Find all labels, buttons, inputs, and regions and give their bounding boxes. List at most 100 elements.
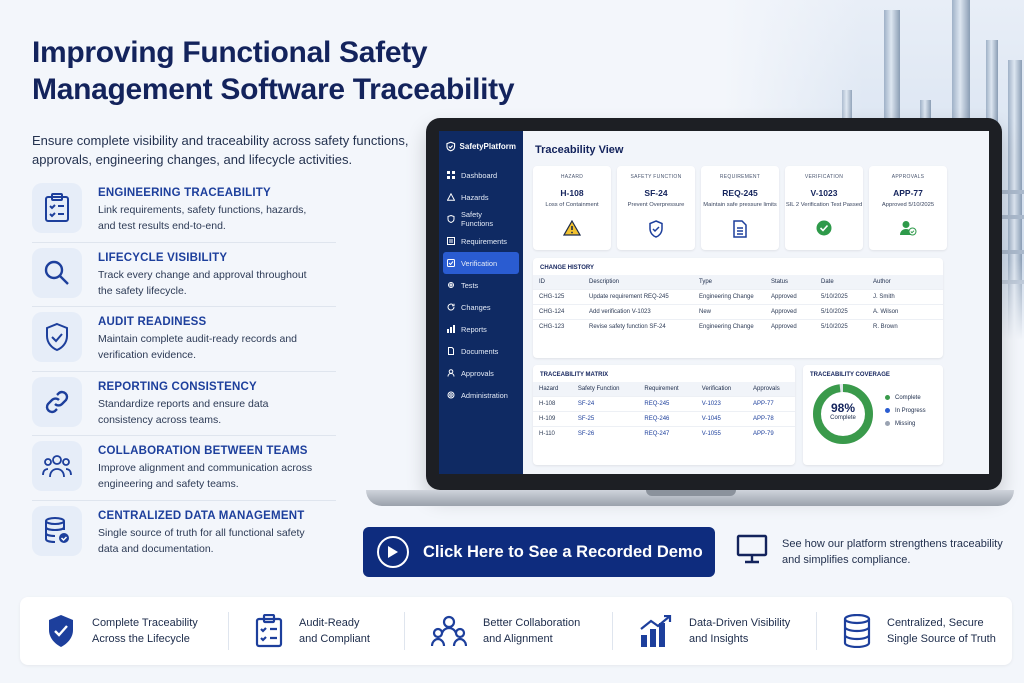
card-requirement[interactable]: REQUIREMENT REQ-245 Maintain safe pressu… xyxy=(701,166,779,250)
feature-item: LIFECYCLE VISIBILITY Track every change a… xyxy=(32,243,336,307)
table-row[interactable]: CHG-124 Add verification V-1023 New Approve… xyxy=(533,304,943,320)
document-icon xyxy=(448,347,454,355)
nav-dashboard[interactable]: Dashboard xyxy=(439,164,523,186)
feature-desc: Track every change and approval througho… xyxy=(98,268,307,297)
table-cell: Approved xyxy=(765,319,815,334)
nav-label: Safety Functions xyxy=(461,210,494,228)
demo-note: See how our platform strengthens traceab… xyxy=(736,534,1012,568)
feature-desc: Single source of truth for all functiona… xyxy=(98,526,305,555)
column-header: ID xyxy=(533,275,583,290)
benefit-line: Across the Lifecycle xyxy=(92,633,190,645)
card-verification[interactable]: VERIFICATION V-1023 SIL 2 Verification T… xyxy=(785,166,863,250)
table-link[interactable]: REQ-246 xyxy=(638,411,696,427)
table-link[interactable]: SF-24 xyxy=(571,396,639,412)
settings-icon xyxy=(447,391,455,399)
benefit-line: and Insights xyxy=(689,633,749,645)
card-id: SF-24 xyxy=(644,188,668,198)
nav-safety-functions[interactable]: Safety Functions xyxy=(439,208,523,230)
benefit-line: and Compliant xyxy=(299,633,370,645)
table-link[interactable]: V-1055 xyxy=(695,426,748,441)
recorded-demo-button[interactable]: Click Here to See a Recorded Demo xyxy=(363,527,715,577)
table-link[interactable]: APP-78 xyxy=(747,411,795,427)
database-check-icon xyxy=(32,505,82,556)
column-header: Approvals xyxy=(747,382,795,397)
shield-check-icon xyxy=(32,312,82,362)
table-link[interactable]: REQ-245 xyxy=(638,396,696,412)
nav-reports[interactable]: Reports xyxy=(439,318,523,340)
feature-title: REPORTING CONSISTENCY xyxy=(98,380,257,393)
card-sub: Loss of Containment xyxy=(545,202,599,208)
card-approvals[interactable]: APPROVALS APP-77 Approved 5/10/2025 xyxy=(869,166,947,250)
table-row[interactable]: CHG-123 Revise safety function SF-24 Engin… xyxy=(533,319,943,334)
nav-verification[interactable]: Verification xyxy=(443,252,519,274)
table-cell: Approved xyxy=(765,289,815,305)
view-title: Traceability View xyxy=(535,144,624,156)
benefit-line: Data-Driven Visibility xyxy=(689,617,791,629)
warning-icon xyxy=(447,193,455,201)
nav-label: Changes xyxy=(461,302,491,312)
table-cell: J. Smith xyxy=(867,289,943,305)
nav-changes[interactable]: Changes xyxy=(439,296,523,318)
nav-approvals[interactable]: Approvals xyxy=(439,362,523,384)
card-safety-function[interactable]: SAFETY FUNCTION SF-24 Prevent Overpressu… xyxy=(617,166,695,250)
brand-name: SafetyPlatform xyxy=(459,142,516,151)
feature-list: ENGINEERING TRACEABILITY Link requirement… xyxy=(32,178,336,565)
table-link[interactable]: V-1023 xyxy=(695,396,748,412)
nav-label: Requirements xyxy=(461,236,508,246)
nav-requirements[interactable]: Requirements xyxy=(439,230,523,252)
benefit-item: Centralized, Secure Single Source of Trut… xyxy=(816,612,1012,650)
table-link[interactable]: SF-25 xyxy=(571,411,639,427)
table-link[interactable]: REQ-247 xyxy=(638,426,696,441)
feature-desc: Improve alignment and communication acro… xyxy=(98,462,313,490)
legend-dot xyxy=(885,421,890,426)
feature-title: ENGINEERING TRACEABILITY xyxy=(98,187,271,199)
card-sub: Prevent Overpressure xyxy=(627,202,685,208)
nav-documents[interactable]: Documents xyxy=(439,340,523,362)
laptop-mockup: SafetyPlatform Dashboard Hazards Safety … xyxy=(426,118,1002,490)
table-row[interactable]: H-109 SF-25 REQ-246 V-1045 APP-78 xyxy=(533,411,795,427)
card-id: APP-77 xyxy=(893,188,923,198)
matrix-title: TRACEABILITY MATRIX xyxy=(540,372,609,378)
nav-hazards[interactable]: Hazards xyxy=(439,186,523,208)
legend-label: Complete xyxy=(895,394,921,401)
shield-icon xyxy=(617,220,695,238)
table-cell: 5/10/2025 xyxy=(815,319,867,334)
card-id: REQ-245 xyxy=(722,188,758,198)
change-history-panel: CHANGE HISTORY ID Description Type Statu… xyxy=(533,258,943,358)
change-history-table: ID Description Type Status Date Author C… xyxy=(533,275,943,334)
card-hazard[interactable]: HAZARD H-108 Loss of Containment xyxy=(533,166,611,250)
app-main: Traceability View HAZARD H-108 Loss of C… xyxy=(523,131,989,474)
card-kind: VERIFICATION xyxy=(804,174,844,180)
feature-title: CENTRALIZED DATA MANAGEMENT xyxy=(98,509,305,522)
table-row[interactable]: H-108 SF-24 REQ-245 V-1023 APP-77 xyxy=(533,396,795,412)
benefit-line: Better Collaboration xyxy=(483,617,581,629)
column-header: Hazard xyxy=(533,382,572,397)
magnifier-icon xyxy=(32,247,82,298)
table-link[interactable]: APP-79 xyxy=(747,426,795,441)
table-cell: CHG-125 xyxy=(533,289,583,305)
feature-item: CENTRALIZED DATA MANAGEMENT Single source… xyxy=(32,501,336,566)
benefit-line: Single Source of Truth xyxy=(887,633,996,645)
table-link[interactable]: SF-26 xyxy=(571,426,639,441)
team-icon xyxy=(431,615,467,647)
table-cell: New xyxy=(693,304,765,320)
benefits-bar: Complete Traceability Across the Lifecycl… xyxy=(20,597,1012,665)
legend-item: Complete xyxy=(885,395,926,401)
table-cell: A. Wilson xyxy=(867,304,943,320)
nav-label: Administration xyxy=(461,390,508,400)
bar-chart-icon xyxy=(640,615,672,647)
feature-item: ENGINEERING TRACEABILITY Link requirement… xyxy=(32,178,336,243)
nav-tests[interactable]: Tests xyxy=(439,274,523,296)
table-cell: Revise safety function SF-24 xyxy=(583,319,693,334)
nav-administration[interactable]: Administration xyxy=(439,384,523,406)
table-row[interactable]: H-110 SF-26 REQ-247 V-1055 APP-79 xyxy=(533,426,795,441)
change-history-title: CHANGE HISTORY xyxy=(540,265,595,271)
table-link[interactable]: APP-77 xyxy=(747,396,795,412)
table-row[interactable]: CHG-125 Update requirement REQ-245 Enginee… xyxy=(533,289,943,305)
table-link[interactable]: V-1045 xyxy=(695,411,748,427)
table-cell: 5/10/2025 xyxy=(815,289,867,305)
column-header: Requirement xyxy=(638,382,696,397)
nav-label: Documents xyxy=(461,346,499,356)
table-cell: Engineering Change xyxy=(693,319,765,334)
card-kind: REQUIREMENT xyxy=(719,174,761,180)
